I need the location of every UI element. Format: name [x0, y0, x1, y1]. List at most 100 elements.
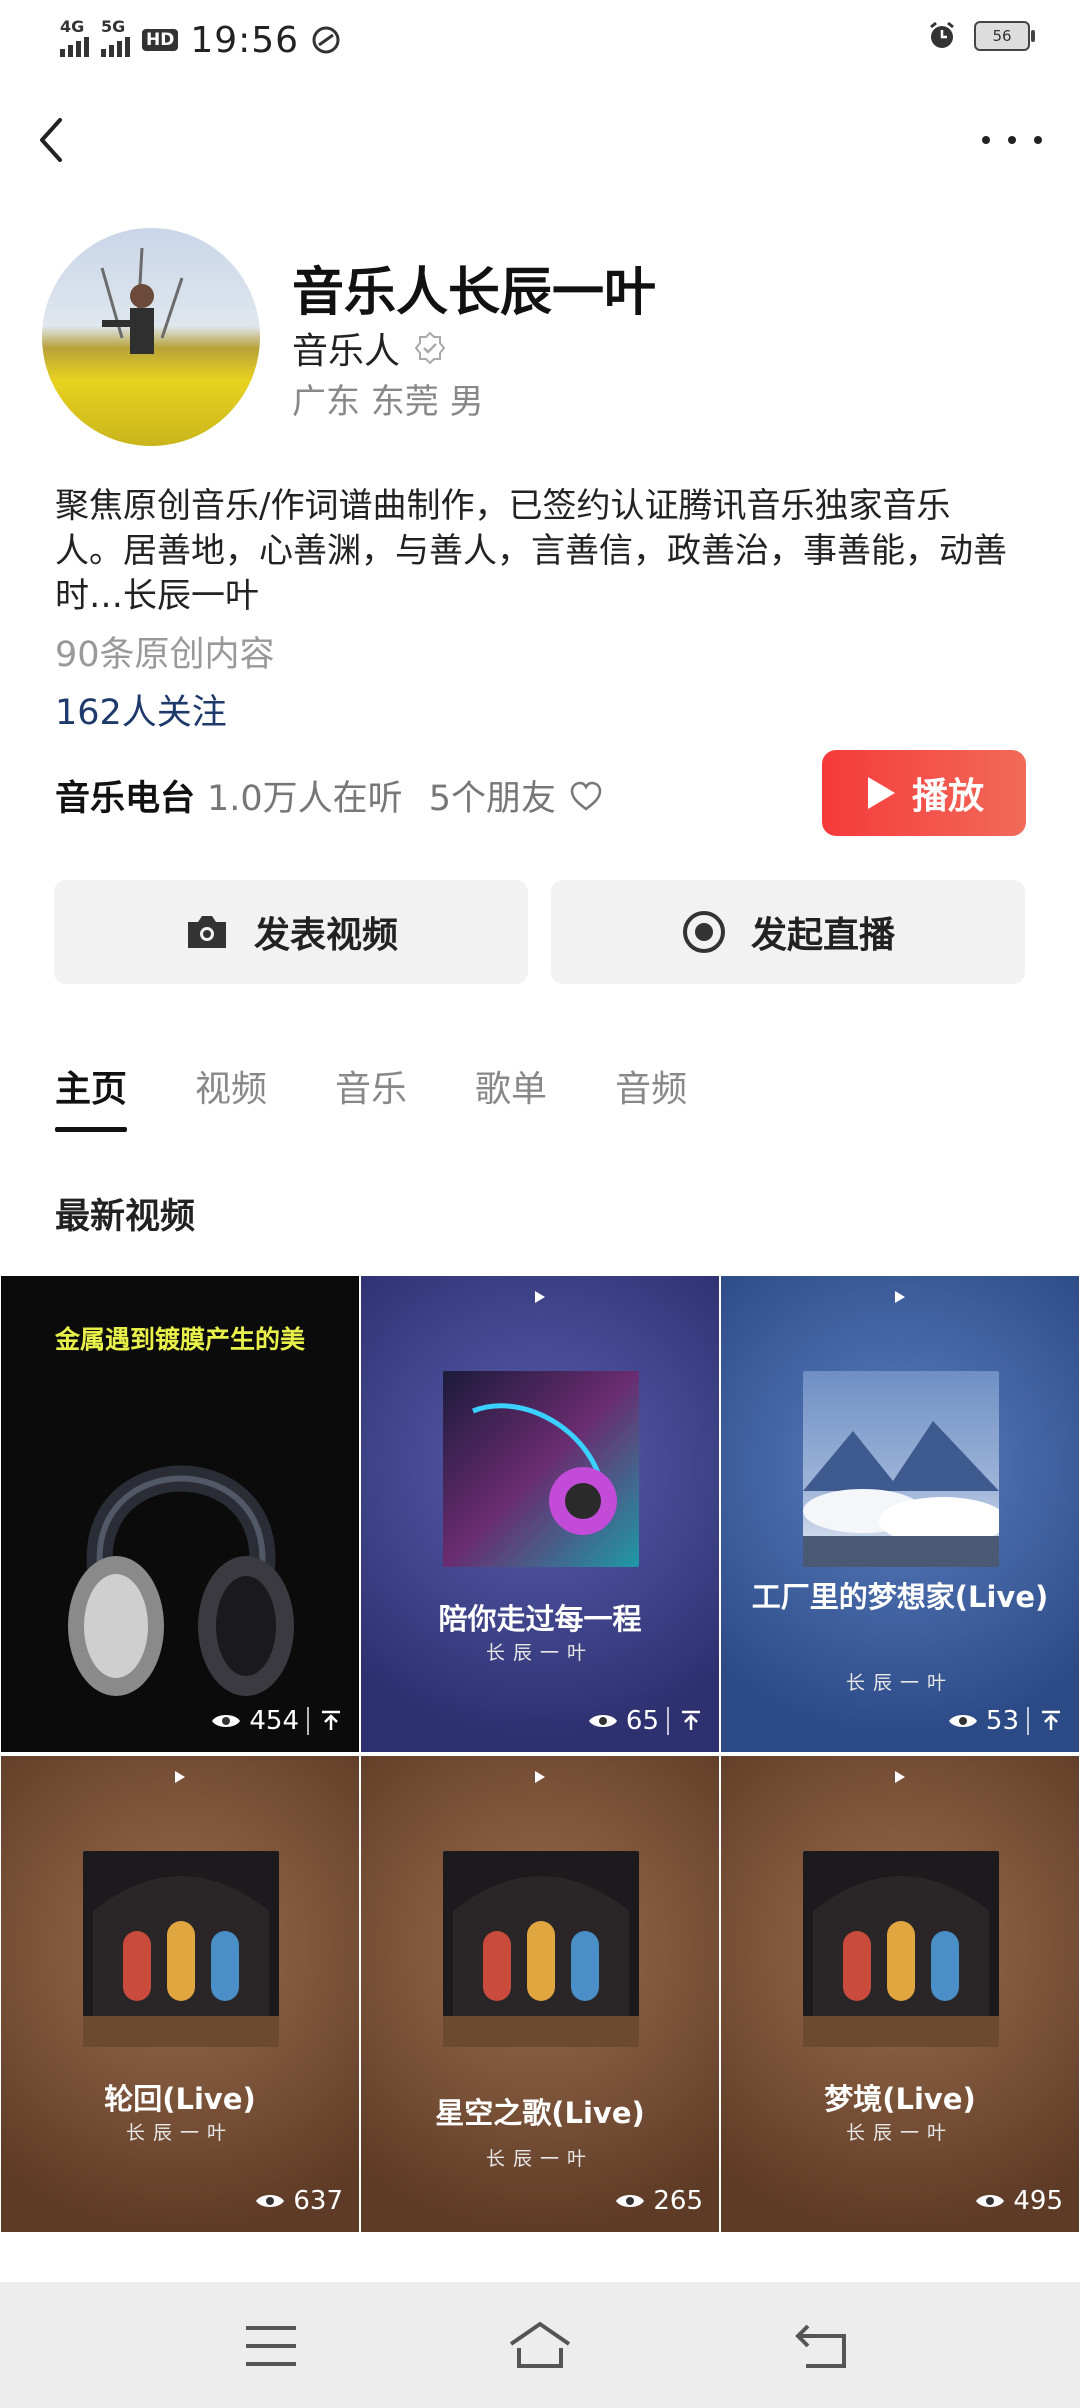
home-button[interactable]	[505, 2318, 575, 2374]
video-title: 工厂里的梦想家(Live)	[751, 1580, 1049, 1614]
landscape-image	[803, 1421, 1007, 1567]
play-label: 播放	[911, 776, 984, 817]
cover-art	[803, 1851, 999, 2047]
battery-icon: 56	[974, 21, 1035, 51]
status-left: 4G 5G HD 19:56	[60, 17, 341, 62]
church-window-image	[443, 1876, 639, 2047]
video-artist: 长辰一叶	[485, 2148, 594, 2170]
view-count: 495	[975, 2186, 1063, 2216]
view-count: 265	[615, 2186, 703, 2216]
post-video-label: 发表视频	[253, 915, 398, 956]
view-count: 454	[211, 1706, 343, 1736]
cover-art	[803, 1371, 1007, 1567]
share-icon[interactable]	[307, 1707, 343, 1735]
hd-voice-icon: HD	[142, 29, 179, 51]
video-artist: 长辰一叶	[845, 1672, 954, 1694]
more-options-button[interactable]	[982, 120, 1042, 160]
more-dot-icon	[1034, 136, 1042, 144]
eye-icon	[588, 1715, 617, 1727]
church-window-image	[803, 1876, 999, 2047]
video-title: 梦境(Live)	[824, 2082, 976, 2116]
video-title: 星空之歌(Live)	[435, 2096, 645, 2130]
share-icon[interactable]	[1027, 1707, 1063, 1735]
camera-icon	[187, 916, 226, 948]
profile-bio: 聚焦原创音乐/作词谱曲制作，已签约认证腾讯音乐独家音乐人。居善地，心善渊，与善人…	[55, 486, 1007, 616]
home-icon	[509, 2321, 571, 2368]
small-play-icon	[175, 1771, 185, 1783]
cover-art	[443, 1371, 639, 1567]
signal-5g-icon: 5G	[101, 17, 130, 57]
eye-icon	[976, 2195, 1005, 2207]
return-icon	[795, 2324, 846, 2368]
play-button[interactable]: 播放	[822, 750, 1026, 836]
profile-tabs: 主页 视频 音乐 歌单 音频	[55, 1060, 687, 1132]
tab-video[interactable]: 视频	[195, 1060, 267, 1132]
video-card[interactable]: 陪你走过每一程 长辰一叶 65	[361, 1276, 719, 1752]
eye-icon	[212, 1715, 241, 1727]
back-button[interactable]	[30, 110, 76, 170]
chevron-left-icon	[40, 118, 62, 162]
share-icon[interactable]	[667, 1707, 703, 1735]
live-record-icon	[682, 911, 725, 953]
more-dot-icon	[1008, 136, 1016, 144]
avatar-photo	[100, 247, 184, 354]
view-count-value: 454	[249, 1706, 299, 1736]
tab-music[interactable]: 音乐	[335, 1060, 407, 1132]
video-artist: 长辰一叶	[125, 2122, 234, 2144]
tab-audio[interactable]: 音频	[615, 1060, 687, 1132]
small-play-icon	[895, 1771, 905, 1783]
video-card[interactable]: 梦境(Live) 长辰一叶 495	[721, 1756, 1079, 2232]
cover-art	[83, 1851, 279, 2047]
view-count-value: 265	[653, 2186, 703, 2216]
video-card[interactable]: 轮回(Live) 长辰一叶 637	[1, 1756, 359, 2232]
more-dot-icon	[982, 136, 990, 144]
music-radio-row[interactable]: 音乐电台 1.0万人在听 5个朋友	[55, 770, 604, 821]
video-card[interactable]: 工厂里的梦想家(Live) 长辰一叶 53	[721, 1276, 1079, 1752]
view-count-value: 53	[985, 1706, 1019, 1736]
view-count-value: 637	[293, 2186, 343, 2216]
video-card[interactable]: 星空之歌(Live) 长辰一叶 265	[361, 1756, 719, 2232]
view-count-value: 65	[625, 1706, 659, 1736]
view-count: 637	[255, 2186, 343, 2216]
video-title: 轮回(Live)	[104, 2082, 256, 2116]
view-count: 65	[588, 1706, 703, 1736]
alarm-icon	[930, 21, 954, 48]
profile-tag: 音乐人	[292, 331, 401, 372]
video-artist: 长辰一叶	[845, 2122, 954, 2144]
eye-icon	[256, 2195, 285, 2207]
video-title: 陪你走过每一程	[438, 1602, 642, 1636]
profile-tag-line: 音乐人	[292, 322, 448, 374]
avatar[interactable]	[42, 228, 260, 446]
radio-listeners: 1.0万人在听	[207, 779, 403, 819]
start-live-label: 发起直播	[750, 915, 895, 956]
tab-home[interactable]: 主页	[55, 1060, 128, 1132]
tab-playlist[interactable]: 歌单	[475, 1060, 547, 1132]
video-artist: 长辰一叶	[485, 1642, 594, 1664]
radio-friends: 5个朋友	[428, 779, 556, 819]
profile-name: 音乐人长辰一叶	[292, 263, 657, 323]
small-play-icon	[535, 1291, 545, 1303]
headphones-image	[68, 1465, 294, 1696]
video-card[interactable]: 金属遇到镀膜产生的美 454	[1, 1276, 359, 1752]
system-nav-bar	[0, 2282, 1080, 2408]
play-icon	[867, 777, 895, 809]
back-nav-button[interactable]	[788, 2318, 858, 2374]
eye-icon	[948, 1715, 977, 1727]
church-window-image	[83, 1876, 279, 2047]
small-play-icon	[895, 1291, 905, 1303]
earphones-image	[472, 1403, 617, 1535]
post-video-button[interactable]: 发表视频	[54, 880, 528, 984]
cover-art	[443, 1851, 639, 2047]
status-bar: 4G 5G HD 19:56 56	[0, 0, 1080, 80]
view-count: 53	[948, 1706, 1063, 1736]
content-count: 90条原创内容	[55, 635, 275, 675]
clock: 19:56	[190, 19, 300, 61]
app-notification-icon	[312, 26, 340, 54]
small-play-icon	[535, 1771, 545, 1783]
latest-videos-title: 最新视频	[55, 1197, 196, 1237]
menu-button[interactable]	[236, 2318, 306, 2374]
heart-icon	[570, 781, 602, 811]
followers-link[interactable]: 162人关注	[55, 684, 227, 735]
start-live-button[interactable]: 发起直播	[551, 880, 1025, 984]
radio-title: 音乐电台	[55, 779, 196, 819]
